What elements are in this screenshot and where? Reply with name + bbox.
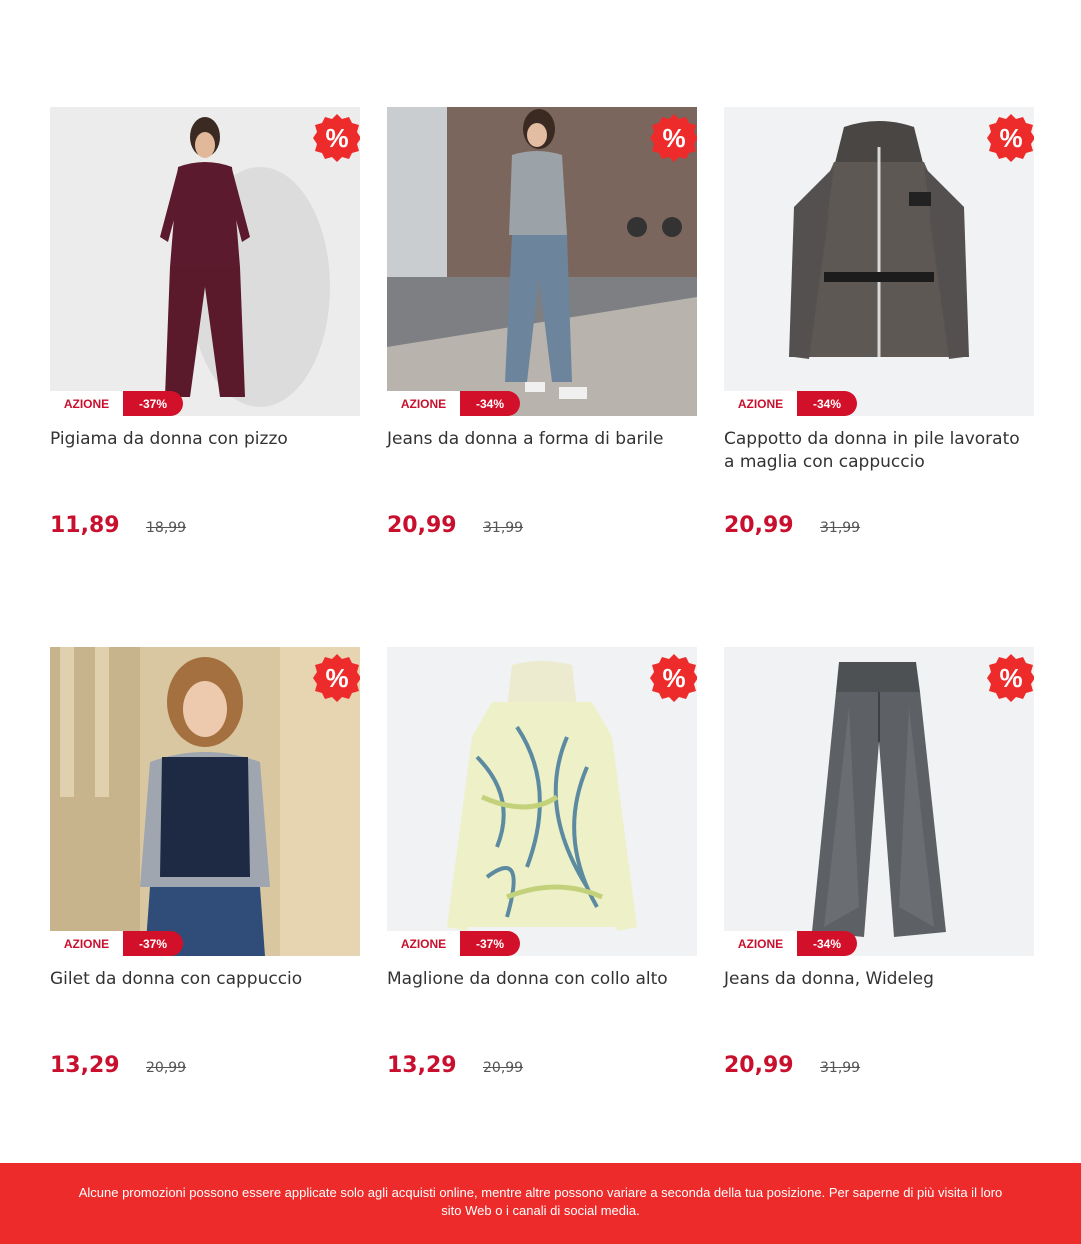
- product-image[interactable]: % AZIONE -37%: [50, 647, 360, 956]
- sale-label: AZIONE: [50, 391, 123, 416]
- svg-text:%: %: [662, 663, 685, 693]
- svg-text:%: %: [325, 663, 348, 693]
- product-card[interactable]: % AZIONE -37% Pigiama da donna con pizzo…: [50, 107, 360, 538]
- product-card[interactable]: % AZIONE -34% Jeans da donna a forma di …: [387, 107, 697, 538]
- current-price: 20,99: [724, 513, 794, 538]
- old-price: 31,99: [820, 1060, 861, 1076]
- price-row: 13,29 20,99: [387, 1053, 697, 1078]
- sale-badge: AZIONE -34%: [724, 931, 857, 956]
- sale-label: AZIONE: [387, 391, 460, 416]
- svg-text:%: %: [325, 123, 348, 153]
- percent-badge-icon: %: [986, 113, 1034, 163]
- current-price: 20,99: [724, 1053, 794, 1078]
- old-price: 18,99: [146, 520, 187, 536]
- percent-badge-icon: %: [986, 653, 1034, 703]
- discount-label: -37%: [123, 931, 183, 956]
- old-price: 31,99: [483, 520, 524, 536]
- product-image[interactable]: % AZIONE -37%: [387, 647, 697, 956]
- sale-label: AZIONE: [724, 931, 797, 956]
- price-row: 20,99 31,99: [724, 513, 1034, 538]
- product-image[interactable]: % AZIONE -34%: [724, 107, 1034, 416]
- svg-text:%: %: [662, 123, 685, 153]
- current-price: 11,89: [50, 513, 120, 538]
- sale-badge: AZIONE -37%: [50, 391, 183, 416]
- product-card[interactable]: % AZIONE -37% Maglione da donna con coll…: [387, 647, 697, 1078]
- discount-label: -34%: [460, 391, 520, 416]
- product-title[interactable]: Jeans da donna, Wideleg: [724, 968, 1034, 1038]
- svg-text:%: %: [999, 663, 1022, 693]
- price-row: 20,99 31,99: [387, 513, 697, 538]
- old-price: 20,99: [146, 1060, 187, 1076]
- product-title[interactable]: Maglione da donna con collo alto: [387, 968, 697, 1038]
- product-card[interactable]: % AZIONE -37% Gilet da donna con cappucc…: [50, 647, 360, 1078]
- old-price: 20,99: [483, 1060, 524, 1076]
- sale-badge: AZIONE -37%: [387, 931, 520, 956]
- svg-text:%: %: [999, 123, 1022, 153]
- product-card[interactable]: % AZIONE -34% Jeans da donna, Wideleg 20…: [724, 647, 1034, 1078]
- sale-label: AZIONE: [50, 931, 123, 956]
- price-row: 13,29 20,99: [50, 1053, 360, 1078]
- product-title[interactable]: Pigiama da donna con pizzo: [50, 428, 360, 498]
- percent-badge-icon: %: [649, 653, 697, 703]
- product-image[interactable]: % AZIONE -34%: [387, 107, 697, 416]
- discount-label: -34%: [797, 931, 857, 956]
- current-price: 20,99: [387, 513, 457, 538]
- product-title[interactable]: Cappotto da donna in pile lavorato a mag…: [724, 428, 1034, 498]
- product-image[interactable]: % AZIONE -34%: [724, 647, 1034, 956]
- discount-label: -37%: [460, 931, 520, 956]
- price-row: 20,99 31,99: [724, 1053, 1034, 1078]
- disclaimer-banner: Alcune promozioni possono essere applica…: [0, 1163, 1081, 1244]
- sale-badge: AZIONE -37%: [50, 931, 183, 956]
- sale-label: AZIONE: [724, 391, 797, 416]
- disclaimer-text: Alcune promozioni possono essere applica…: [78, 1185, 1003, 1218]
- percent-badge-icon: %: [649, 113, 697, 163]
- sale-label: AZIONE: [387, 931, 460, 956]
- product-image[interactable]: % AZIONE -37%: [50, 107, 360, 416]
- product-title[interactable]: Gilet da donna con cappuccio: [50, 968, 360, 1038]
- percent-badge-icon: %: [312, 113, 360, 163]
- discount-label: -37%: [123, 391, 183, 416]
- sale-badge: AZIONE -34%: [387, 391, 520, 416]
- discount-label: -34%: [797, 391, 857, 416]
- old-price: 31,99: [820, 520, 861, 536]
- sale-badge: AZIONE -34%: [724, 391, 857, 416]
- product-title[interactable]: Jeans da donna a forma di barile: [387, 428, 697, 498]
- current-price: 13,29: [387, 1053, 457, 1078]
- price-row: 11,89 18,99: [50, 513, 360, 538]
- current-price: 13,29: [50, 1053, 120, 1078]
- product-card[interactable]: % AZIONE -34% Cappotto da donna in pile …: [724, 107, 1034, 538]
- percent-badge-icon: %: [312, 653, 360, 703]
